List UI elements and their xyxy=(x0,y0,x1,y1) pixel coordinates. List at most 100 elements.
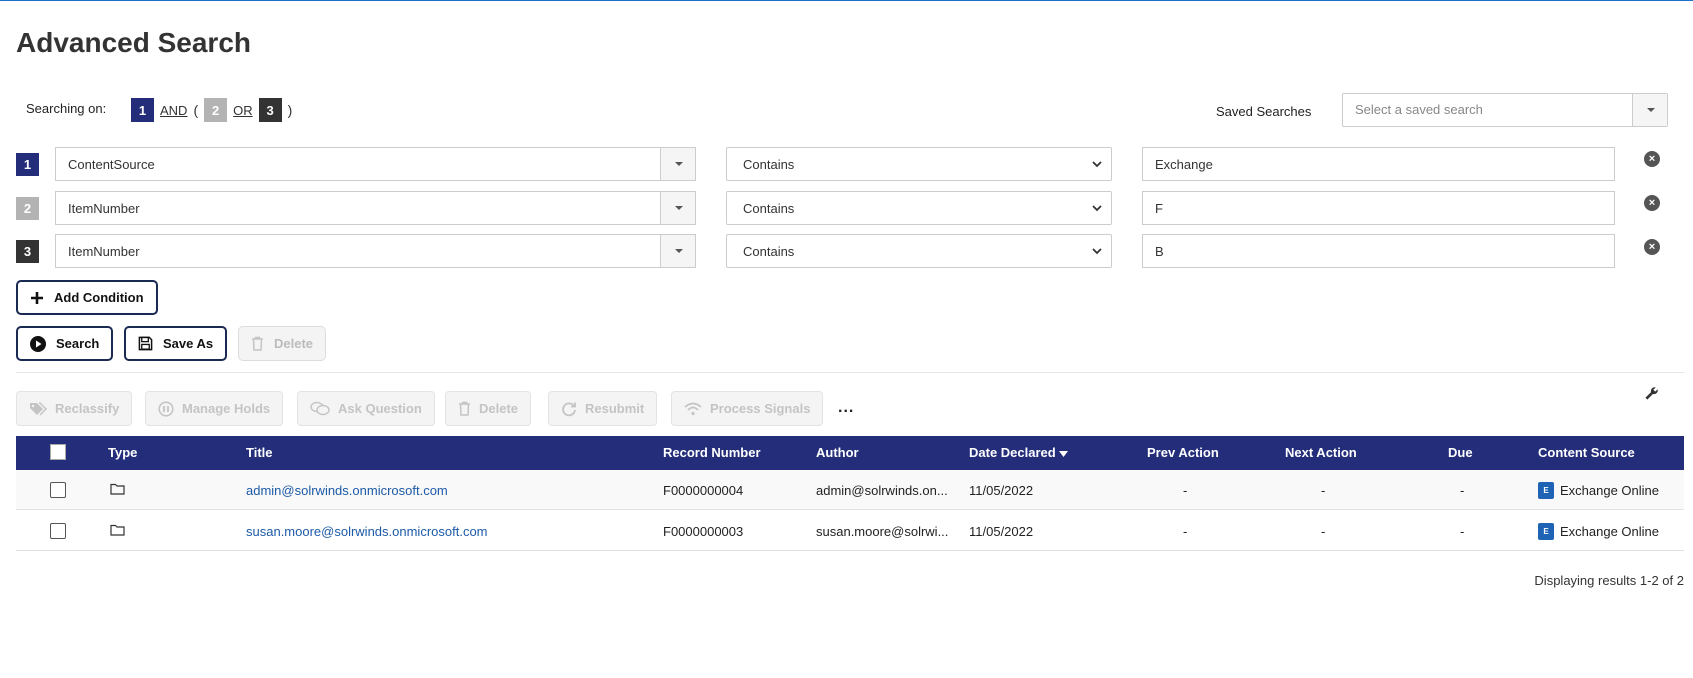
column-header-title[interactable]: Title xyxy=(246,445,273,460)
search-logic-expression: 1 AND ( 2 OR 3 ) xyxy=(131,98,292,122)
column-header-record-number[interactable]: Record Number xyxy=(663,445,761,460)
saved-search-dropdown-button[interactable] xyxy=(1632,94,1667,126)
column-header-author[interactable]: Author xyxy=(816,445,859,460)
condition-2-field-dropdown-button[interactable] xyxy=(660,192,695,224)
condition-3-field-dropdown-button[interactable] xyxy=(660,235,695,267)
delete-search-button-label: Delete xyxy=(274,336,314,351)
reclassify-label: Reclassify xyxy=(55,401,120,416)
condition-3-badge: 3 xyxy=(16,240,39,263)
condition-3-field-combo[interactable]: ItemNumber xyxy=(55,234,696,268)
chat-bubbles-icon xyxy=(310,401,330,416)
logic-operator-and[interactable]: AND xyxy=(160,103,187,118)
pause-circle-icon xyxy=(158,400,174,417)
more-actions-button[interactable]: ... xyxy=(838,399,854,417)
manage-holds-button[interactable]: Manage Holds xyxy=(145,391,284,426)
resubmit-button[interactable]: Resubmit xyxy=(548,391,658,426)
row-next-action: - xyxy=(1321,524,1326,539)
chevron-down-icon xyxy=(675,249,683,253)
condition-1-value-input[interactable]: Exchange xyxy=(1142,147,1615,181)
row-content-source: Exchange Online xyxy=(1560,483,1660,498)
folder-icon xyxy=(110,483,125,495)
chevron-down-icon xyxy=(675,162,683,166)
ask-question-button[interactable]: Ask Question xyxy=(297,391,435,426)
row-record-number: F0000000004 xyxy=(663,483,744,498)
condition-3-field-value: ItemNumber xyxy=(68,244,140,259)
paren-open: ( xyxy=(193,102,199,118)
row-next-action: - xyxy=(1321,483,1326,498)
delete-record-button[interactable]: Delete xyxy=(445,391,532,426)
condition-1-field-dropdown-button[interactable] xyxy=(660,148,695,180)
row-title-link[interactable]: admin@solrwinds.onmicrosoft.com xyxy=(246,483,448,498)
condition-badge-2: 2 xyxy=(204,98,228,122)
condition-3-value-input[interactable]: B xyxy=(1142,234,1615,268)
add-condition-label: Add Condition xyxy=(54,290,144,305)
save-as-button[interactable]: Save As xyxy=(124,326,228,361)
select-all-checkbox[interactable] xyxy=(50,444,66,460)
row-author: admin@solrwinds.on... xyxy=(816,483,948,498)
row-checkbox[interactable] xyxy=(50,523,66,539)
reclassify-button[interactable]: Reclassify xyxy=(16,391,133,426)
condition-2-field-value: ItemNumber xyxy=(68,201,140,216)
saved-search-select[interactable]: Select a saved search xyxy=(1342,93,1668,127)
condition-2-value-input[interactable]: F xyxy=(1142,191,1615,225)
saved-search-placeholder: Select a saved search xyxy=(1355,102,1483,117)
condition-1-field-value: ContentSource xyxy=(68,157,155,172)
refresh-icon xyxy=(562,401,576,416)
trash-icon xyxy=(459,401,470,416)
condition-2-badge: 2 xyxy=(16,197,39,220)
condition-2-operator-select[interactable]: Contains xyxy=(726,191,1112,225)
section-divider xyxy=(16,372,1684,373)
condition-3-operator-value: Contains xyxy=(743,244,795,259)
column-header-type[interactable]: Type xyxy=(108,445,137,460)
row-prev-action: - xyxy=(1183,524,1188,539)
search-button-label: Search xyxy=(56,336,100,351)
column-header-date-declared[interactable]: Date Declared xyxy=(969,445,1069,460)
row-date-declared: 11/05/2022 xyxy=(969,483,1034,498)
floppy-disk-icon xyxy=(138,336,153,351)
row-checkbox[interactable] xyxy=(50,482,66,498)
chevron-down-icon xyxy=(1647,108,1655,112)
folder-icon xyxy=(110,524,125,536)
condition-1-operator-value: Contains xyxy=(743,157,795,172)
add-condition-button[interactable]: Add Condition xyxy=(16,280,158,315)
condition-1-value-text: Exchange xyxy=(1155,157,1213,172)
date-declared-label: Date Declared xyxy=(969,445,1056,460)
column-header-prev-action[interactable]: Prev Action xyxy=(1147,445,1219,460)
condition-3-remove-icon[interactable]: × xyxy=(1644,239,1660,255)
wrench-icon[interactable] xyxy=(1644,386,1659,405)
column-header-content-source[interactable]: Content Source xyxy=(1538,445,1635,460)
plus-icon xyxy=(31,291,43,304)
condition-1-field-combo[interactable]: ContentSource xyxy=(55,147,696,181)
row-content-source: Exchange Online xyxy=(1560,524,1660,539)
table-row[interactable]: susan.moore@solrwinds.onmicrosoft.com F0… xyxy=(16,511,1684,551)
column-header-next-action[interactable]: Next Action xyxy=(1285,445,1357,460)
paren-close: ) xyxy=(287,102,293,118)
manage-holds-label: Manage Holds xyxy=(182,401,271,416)
play-circle-icon xyxy=(30,335,46,352)
save-as-button-label: Save As xyxy=(163,336,214,351)
exchange-online-icon: E xyxy=(1538,482,1554,499)
condition-2-operator-value: Contains xyxy=(743,201,795,216)
condition-2-remove-icon[interactable]: × xyxy=(1644,195,1660,211)
condition-1-operator-select[interactable]: Contains xyxy=(726,147,1112,181)
table-row[interactable]: admin@solrwinds.onmicrosoft.com F0000000… xyxy=(16,470,1684,510)
process-signals-button[interactable]: Process Signals xyxy=(671,391,824,426)
page-title: Advanced Search xyxy=(16,27,251,58)
condition-3-operator-select[interactable]: Contains xyxy=(726,234,1112,268)
resubmit-label: Resubmit xyxy=(585,401,645,416)
column-header-due[interactable]: Due xyxy=(1448,445,1473,460)
condition-1-remove-icon[interactable]: × xyxy=(1644,151,1660,167)
chevron-down-icon xyxy=(1092,161,1102,168)
search-button[interactable]: Search xyxy=(16,326,114,361)
row-title-link[interactable]: susan.moore@solrwinds.onmicrosoft.com xyxy=(246,524,488,539)
row-date-declared: 11/05/2022 xyxy=(969,524,1034,539)
delete-search-button[interactable]: Delete xyxy=(238,326,327,361)
row-due: - xyxy=(1460,483,1465,498)
logic-operator-or[interactable]: OR xyxy=(233,103,253,118)
ask-question-label: Ask Question xyxy=(338,401,422,416)
chevron-down-icon xyxy=(1092,205,1102,212)
wifi-signal-icon xyxy=(684,402,702,415)
condition-2-field-combo[interactable]: ItemNumber xyxy=(55,191,696,225)
process-signals-label: Process Signals xyxy=(710,401,811,416)
results-paging-text: Displaying results 1-2 of 2 xyxy=(1534,573,1684,588)
